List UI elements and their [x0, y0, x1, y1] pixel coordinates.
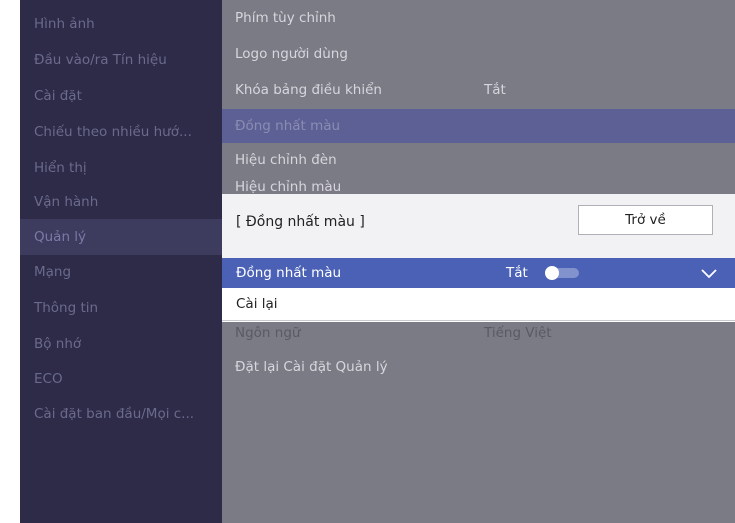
- menu-row-label: Khóa bảng điều khiển: [235, 82, 382, 98]
- menu-row-reset-management[interactable]: Đặt lại Cài đặt Quản lý: [222, 350, 735, 384]
- sidebar-item-multi-projection[interactable]: Chiếu theo nhiều hướ...: [20, 114, 222, 150]
- sidebar-item-signal-io[interactable]: Đầu vào/ra Tín hiệu: [20, 42, 222, 78]
- menu-row-label: Đồng nhất màu: [235, 118, 341, 134]
- sidebar-item-memory[interactable]: Bộ nhớ: [20, 326, 222, 362]
- menu-row-label: Đặt lại Cài đặt Quản lý: [235, 359, 388, 375]
- sidebar-item-eco[interactable]: ECO: [20, 361, 222, 397]
- option-label: Cài lại: [236, 296, 278, 312]
- sidebar: Hình ảnh Đầu vào/ra Tín hiệu Cài đặt Chi…: [20, 0, 222, 523]
- menu-row-label: Phím tùy chỉnh: [235, 10, 336, 26]
- option-label: Đồng nhất màu: [236, 265, 342, 281]
- color-uniformity-option[interactable]: Đồng nhất màu Tắt: [222, 258, 735, 288]
- menu-row-label: Logo người dùng: [235, 46, 348, 62]
- sidebar-item-image[interactable]: Hình ảnh: [20, 6, 222, 42]
- dialog-title: [ Đồng nhất màu ]: [236, 214, 365, 230]
- menu-row-color-uniformity[interactable]: Đồng nhất màu: [222, 109, 735, 143]
- back-button[interactable]: Trở về: [578, 205, 713, 235]
- color-uniformity-toggle[interactable]: [545, 266, 579, 280]
- sidebar-item-display[interactable]: Hiển thị: [20, 150, 222, 186]
- menu-row-user-logo[interactable]: Logo người dùng: [222, 37, 735, 71]
- sidebar-item-initial-settings[interactable]: Cài đặt ban đầu/Mọi c...: [20, 396, 222, 432]
- toggle-knob: [545, 266, 559, 280]
- sidebar-item-settings[interactable]: Cài đặt: [20, 78, 222, 114]
- sidebar-item-network[interactable]: Mạng: [20, 254, 222, 290]
- menu-row-value: Tắt: [484, 82, 506, 98]
- color-uniformity-dialog: [ Đồng nhất màu ] Trở về Đồng nhất màu T…: [222, 194, 735, 322]
- chevron-down-icon[interactable]: [698, 262, 720, 284]
- sidebar-item-operation[interactable]: Vận hành: [20, 184, 222, 220]
- sidebar-item-information[interactable]: Thông tin: [20, 290, 222, 326]
- menu-row-control-panel-lock[interactable]: Khóa bảng điều khiển Tắt: [222, 73, 735, 107]
- option-value: Tắt: [506, 265, 528, 281]
- dialog-header: [ Đồng nhất màu ] Trở về: [222, 194, 735, 258]
- reset-option[interactable]: Cài lại: [222, 288, 735, 321]
- sidebar-item-management[interactable]: Quản lý: [20, 219, 222, 255]
- menu-row-custom-keys[interactable]: Phím tùy chỉnh: [222, 1, 735, 35]
